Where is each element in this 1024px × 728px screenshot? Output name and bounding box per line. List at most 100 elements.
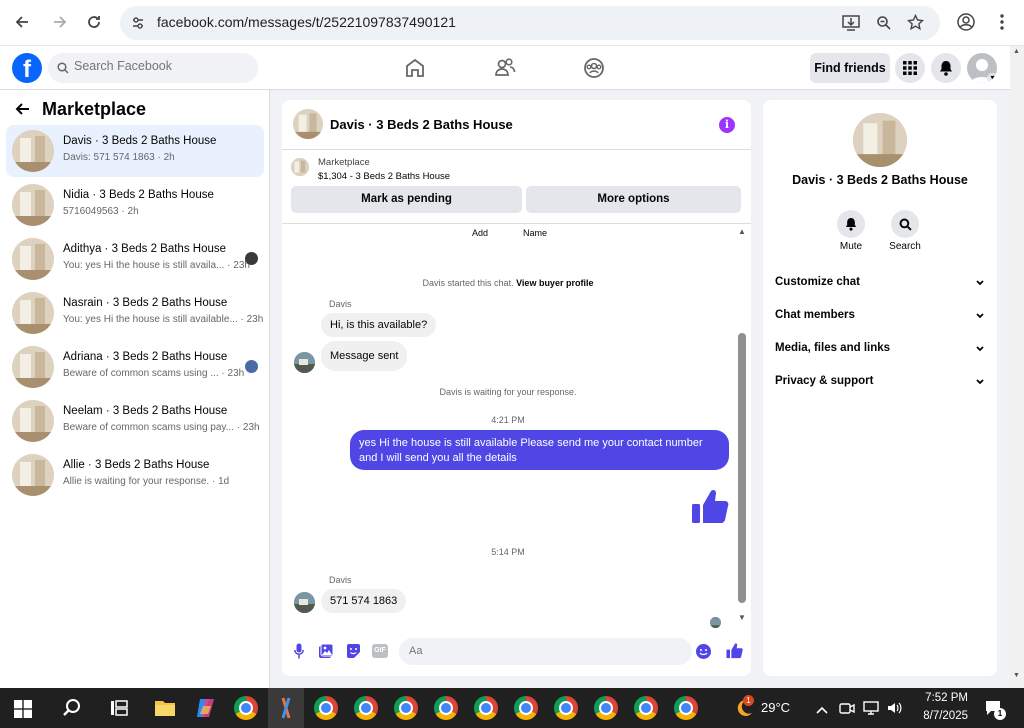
groups-icon[interactable] <box>582 56 606 80</box>
conversation-item[interactable]: Neelam · 3 Beds 2 Baths House Beware of c… <box>6 395 264 447</box>
incoming-message[interactable]: 571 574 1863 <box>321 589 407 613</box>
chat-avatar[interactable] <box>293 109 323 139</box>
info-icon[interactable]: i <box>719 117 735 133</box>
reload-icon[interactable] <box>82 10 106 34</box>
facebook-logo-icon[interactable]: f <box>12 53 42 83</box>
task-view-icon[interactable] <box>110 699 128 722</box>
search-box[interactable] <box>48 53 258 83</box>
chrome-app-icon[interactable] <box>434 696 458 720</box>
name-label[interactable]: Name <box>523 228 547 238</box>
message-input-box[interactable] <box>399 638 711 665</box>
copilot-icon[interactable] <box>194 696 218 725</box>
forward-icon[interactable] <box>48 10 72 34</box>
conversation-item[interactable]: Adithya · 3 Beds 2 Baths House You: yes H… <box>6 233 264 285</box>
gif-icon[interactable]: GIF <box>372 644 388 658</box>
scroll-up-arrow-icon[interactable]: ▲ <box>738 227 746 236</box>
profile-icon[interactable] <box>954 10 978 34</box>
windows-start-icon[interactable] <box>14 700 32 723</box>
find-friends-button[interactable]: Find friends <box>810 53 890 83</box>
chrome-app-icon[interactable] <box>314 696 338 720</box>
url-text[interactable]: facebook.com/messages/t/2522109783749012… <box>157 14 456 30</box>
conversation-item[interactable]: Davis · 3 Beds 2 Baths House Davis: 571 5… <box>6 125 264 177</box>
file-explorer-icon[interactable] <box>154 698 176 723</box>
scroll-up-arrow-icon[interactable]: ▲ <box>1013 48 1020 55</box>
account-avatar-icon[interactable]: ▾ <box>967 53 997 83</box>
message-input[interactable] <box>409 645 669 657</box>
clock-date[interactable]: 8/7/2025 <box>908 710 968 722</box>
menu-kebab-icon[interactable] <box>990 10 1014 34</box>
meet-now-icon[interactable] <box>839 700 855 721</box>
address-bar[interactable]: facebook.com/messages/t/2522109783749012… <box>120 6 940 40</box>
network-icon[interactable] <box>862 700 880 721</box>
chevron-up-icon[interactable] <box>815 702 829 720</box>
customize-chat-section[interactable]: Customize chat <box>775 276 985 300</box>
incoming-message[interactable]: Hi, is this available? <box>321 313 437 337</box>
volume-icon[interactable] <box>886 700 902 721</box>
search-label[interactable]: Search <box>877 241 933 252</box>
microphone-icon[interactable] <box>294 643 304 664</box>
details-avatar[interactable] <box>853 113 907 167</box>
clock-time[interactable]: 7:52 PM <box>908 692 968 704</box>
scrollbar-thumb[interactable] <box>738 333 746 603</box>
install-app-icon[interactable] <box>842 15 860 36</box>
conversation-item[interactable]: Nidia · 3 Beds 2 Baths House 5716049563 ·… <box>6 179 264 231</box>
conversation-item[interactable]: Adriana · 3 Beds 2 Baths House Beware of … <box>6 341 264 393</box>
bookmark-star-icon[interactable] <box>906 13 925 36</box>
view-buyer-profile-link[interactable]: View buyer profile <box>516 278 593 288</box>
sticker-icon[interactable] <box>345 643 361 664</box>
listing-thumbnail[interactable] <box>291 158 309 176</box>
sender-avatar[interactable] <box>294 352 315 373</box>
section-label: Chat members <box>775 309 855 321</box>
back-icon[interactable] <box>10 10 34 34</box>
message-scrollbar[interactable]: ▲ ▼ <box>737 227 747 625</box>
sidebar-title: Marketplace <box>42 99 147 119</box>
photo-icon[interactable] <box>318 643 334 664</box>
incoming-message[interactable]: Message sent <box>321 341 408 371</box>
window-scrollbar[interactable]: ▲ ▼ <box>1010 46 1024 688</box>
zoom-icon[interactable] <box>876 15 892 36</box>
chat-title[interactable]: Davis · 3 Beds 2 Baths House <box>330 117 513 132</box>
mark-as-pending-button[interactable]: Mark as pending <box>291 186 522 213</box>
chrome-app-icon[interactable] <box>674 696 698 720</box>
sender-avatar[interactable] <box>294 592 315 613</box>
search-in-chat-icon[interactable] <box>891 210 919 238</box>
scroll-down-arrow-icon[interactable]: ▼ <box>1013 672 1020 679</box>
emoji-icon[interactable] <box>696 644 711 659</box>
privacy-support-section[interactable]: Privacy & support <box>775 375 985 399</box>
listing-detail[interactable]: $1,304 - 3 Beds 2 Baths House <box>318 171 450 182</box>
conversation-preview: Beware of common scams using ... · 23h <box>63 368 245 379</box>
taskbar-search-icon[interactable] <box>62 698 82 723</box>
chrome-app-icon[interactable] <box>394 696 418 720</box>
notifications-bell-icon[interactable] <box>931 53 961 83</box>
listing-avatar <box>12 130 54 172</box>
outgoing-message[interactable]: yes Hi the house is still available Plea… <box>350 430 729 470</box>
chrome-app-icon[interactable] <box>554 696 578 720</box>
add-label[interactable]: Add <box>472 228 488 238</box>
chevron-down-icon: ▾ <box>987 73 997 83</box>
back-arrow-icon[interactable] <box>14 102 30 121</box>
chevron-down-icon <box>976 346 984 352</box>
like-send-icon[interactable] <box>726 642 743 664</box>
scroll-down-arrow-icon[interactable]: ▼ <box>738 613 746 622</box>
site-settings-icon[interactable] <box>130 15 146 36</box>
search-input[interactable] <box>74 59 249 73</box>
chrome-app-icon[interactable] <box>354 696 378 720</box>
chrome-app-icon[interactable] <box>234 696 258 720</box>
thumbs-up-sticker-icon[interactable] <box>691 487 729 530</box>
conversation-item[interactable]: Nasrain · 3 Beds 2 Baths House You: yes H… <box>6 287 264 339</box>
mute-bell-icon[interactable] <box>837 210 865 238</box>
chrome-app-icon[interactable] <box>514 696 538 720</box>
snipping-tool-icon[interactable] <box>275 696 297 725</box>
temperature[interactable]: 29°C <box>761 700 790 715</box>
more-options-button[interactable]: More options <box>526 186 741 213</box>
mute-label[interactable]: Mute <box>823 241 879 252</box>
friends-icon[interactable] <box>493 56 517 80</box>
home-icon[interactable] <box>403 56 427 80</box>
media-files-links-section[interactable]: Media, files and links <box>775 342 985 366</box>
chrome-app-icon[interactable] <box>474 696 498 720</box>
apps-menu-icon[interactable] <box>895 53 925 83</box>
conversation-item[interactable]: Allie · 3 Beds 2 Baths House Allie is wai… <box>6 449 264 501</box>
chrome-app-icon[interactable] <box>634 696 658 720</box>
chrome-app-icon[interactable] <box>594 696 618 720</box>
chat-members-section[interactable]: Chat members <box>775 309 985 333</box>
